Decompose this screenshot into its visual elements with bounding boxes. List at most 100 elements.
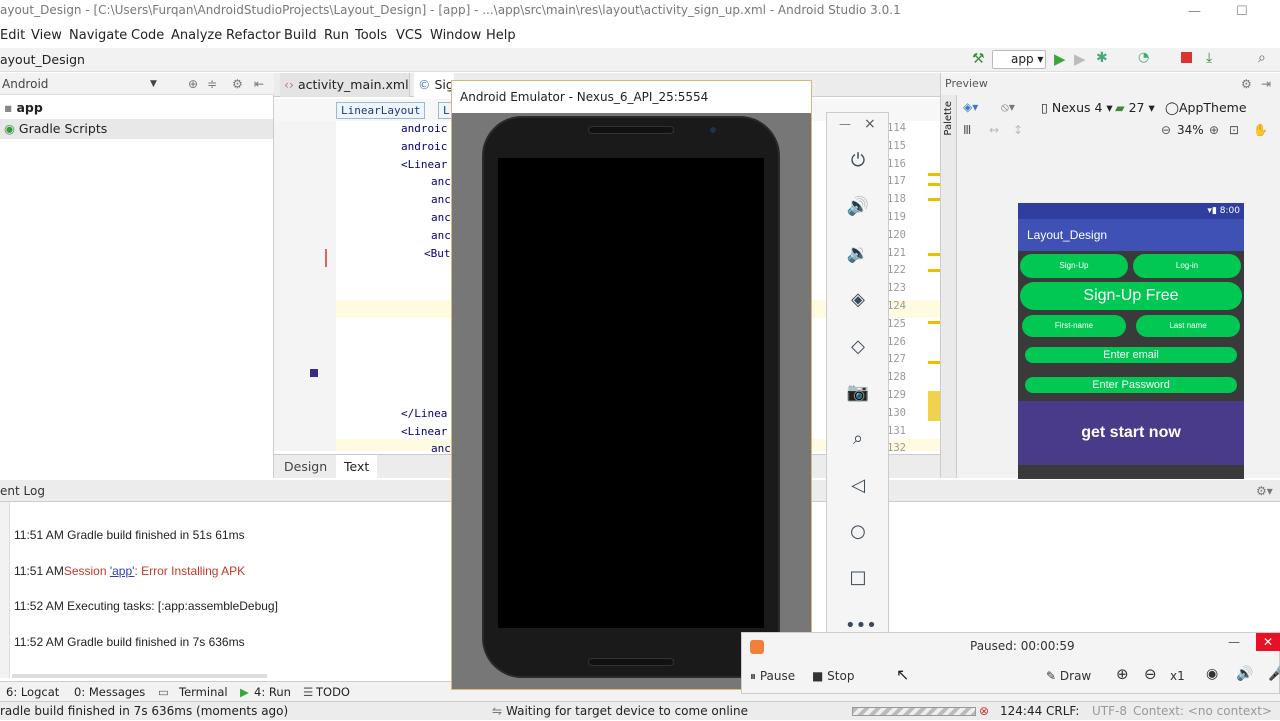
- gear-icon[interactable]: ⚙: [232, 73, 243, 95]
- code-line[interactable]: <But: [424, 247, 451, 260]
- api-select[interactable]: ▰ 27 ▾: [1115, 100, 1155, 115]
- theme-select[interactable]: ◯AppTheme: [1165, 100, 1247, 115]
- pause-button[interactable]: ⏸ Pause: [750, 669, 795, 684]
- menu-run[interactable]: Run: [324, 26, 349, 46]
- layers-icon[interactable]: ◈▾: [963, 100, 978, 114]
- run-config-select[interactable]: app ▾: [992, 50, 1046, 69]
- menu-view[interactable]: View: [31, 26, 62, 46]
- chevron-down-icon[interactable]: ▼: [150, 73, 157, 95]
- prev-login-button[interactable]: Log-in: [1133, 254, 1241, 278]
- tab-activity-main[interactable]: ‹› activity_main.xml ×: [280, 73, 410, 116]
- code-line[interactable]: anc: [431, 175, 451, 188]
- speaker-icon[interactable]: 🔊: [1236, 666, 1253, 682]
- close-icon[interactable]: ✕: [1256, 633, 1280, 651]
- device-screen[interactable]: [498, 158, 764, 628]
- volume-up-icon[interactable]: 🔊: [845, 194, 871, 220]
- hide-icon[interactable]: ⇥: [1261, 77, 1271, 91]
- menu-analyze[interactable]: Analyze: [171, 26, 222, 46]
- zoom-in-icon[interactable]: ⊕: [1116, 665, 1129, 683]
- sync-icon[interactable]: ⤓: [1206, 50, 1212, 66]
- run-icon[interactable]: ▶: [1054, 50, 1066, 68]
- menu-vcs[interactable]: VCS: [396, 26, 422, 46]
- menu-tools[interactable]: Tools: [355, 26, 387, 46]
- tree-item-gradle[interactable]: ◉ Gradle Scripts: [0, 119, 273, 139]
- stop-icon[interactable]: [1181, 52, 1192, 63]
- webcam-icon[interactable]: ◉: [1206, 666, 1218, 682]
- collapse-icon[interactable]: ≑: [207, 73, 217, 95]
- code-line[interactable]: androic: [401, 122, 447, 135]
- device-select[interactable]: ▯ Nexus 4 ▾: [1041, 100, 1113, 115]
- project-view-mode[interactable]: Android: [2, 73, 48, 95]
- minimize-icon[interactable]: —: [1188, 2, 1201, 20]
- gear-icon[interactable]: ⚙: [1241, 77, 1252, 91]
- code-line[interactable]: anc: [431, 211, 451, 224]
- tab-design[interactable]: Design: [284, 459, 327, 474]
- home-icon[interactable]: ○: [845, 519, 871, 545]
- hammer-icon[interactable]: ⚒: [972, 51, 985, 67]
- code-line[interactable]: <Linear: [401, 425, 447, 438]
- hide-icon[interactable]: ⇤: [254, 73, 264, 95]
- logcat-tab[interactable]: 6: Logcat: [6, 682, 59, 702]
- menu-window[interactable]: Window: [430, 26, 481, 46]
- prev-lastname-field[interactable]: Last name: [1136, 315, 1240, 337]
- status-message[interactable]: radle build finished in 7s 636ms (moment…: [0, 702, 288, 721]
- microphone-icon[interactable]: 🎤: [1268, 666, 1280, 682]
- minimize-icon[interactable]: —: [1228, 635, 1240, 649]
- menu-navigate[interactable]: Navigate: [69, 26, 127, 46]
- rotate-left-icon[interactable]: ◈: [845, 287, 871, 313]
- context-indicator[interactable]: Context: <no context>: [1133, 702, 1272, 721]
- fit-icon[interactable]: ⊡: [1229, 123, 1239, 137]
- zoom-in-icon[interactable]: ⊕: [1209, 123, 1219, 137]
- tab-sign-up[interactable]: © Sig: [414, 73, 454, 97]
- debug-icon[interactable]: ✱: [1096, 50, 1108, 66]
- menu-edit[interactable]: Edit: [0, 26, 25, 46]
- back-icon[interactable]: ◁: [845, 473, 871, 499]
- palette-strip[interactable]: Palette: [941, 95, 957, 478]
- profile-icon[interactable]: ◔: [1138, 50, 1149, 65]
- prev-email-field[interactable]: Enter email: [1025, 347, 1237, 363]
- messages-tab[interactable]: 0: Messages: [74, 682, 145, 702]
- draw-button[interactable]: ✎ Draw: [1046, 669, 1091, 683]
- line-separator[interactable]: CRLF:: [1046, 702, 1079, 721]
- rotate-right-icon[interactable]: ◇: [845, 334, 871, 360]
- emulator-title-bar[interactable]: Android Emulator - Nexus_6_API_25:5554: [452, 81, 811, 113]
- code-line[interactable]: anc: [431, 193, 451, 206]
- palette-label[interactable]: Palette: [943, 101, 954, 136]
- tab-text[interactable]: Text: [336, 455, 378, 479]
- caret-position[interactable]: 124:44: [1000, 702, 1042, 721]
- power-icon[interactable]: ⏻: [845, 148, 871, 174]
- terminal-tab[interactable]: Terminal: [179, 682, 228, 702]
- menu-help[interactable]: Help: [486, 26, 516, 46]
- gear-icon[interactable]: ⚙▾: [1256, 480, 1273, 502]
- debug-disabled-icon[interactable]: ▶: [1074, 50, 1086, 68]
- minimize-icon[interactable]: —: [839, 117, 851, 131]
- zoom-icon[interactable]: ⌕: [845, 426, 871, 452]
- columns-icon[interactable]: Ⅲ: [963, 123, 971, 137]
- menu-build[interactable]: Build: [284, 26, 317, 46]
- target-icon[interactable]: ⊕: [188, 73, 198, 95]
- nav-breadcrumb[interactable]: ayout_Design: [0, 52, 85, 67]
- prev-signup-button[interactable]: Sign-Up: [1020, 254, 1128, 278]
- menu-code[interactable]: Code: [131, 26, 164, 46]
- stop-button[interactable]: ■ Stop: [812, 669, 854, 683]
- prev-get-start-button[interactable]: get start now: [1018, 401, 1244, 465]
- cancel-progress-icon[interactable]: ⊗: [979, 702, 989, 721]
- volume-down-icon[interactable]: 🔉: [845, 241, 871, 267]
- pan-icon[interactable]: ✋: [1253, 123, 1268, 137]
- sdk-manager-icon[interactable]: ⌕: [1258, 50, 1266, 66]
- prev-signup-free-button[interactable]: Sign-Up Free: [1020, 282, 1242, 310]
- maximize-icon[interactable]: ☐: [1236, 2, 1248, 20]
- camera-icon[interactable]: 📷: [845, 380, 871, 406]
- prev-firstname-field[interactable]: First-name: [1022, 315, 1126, 337]
- zoom-level[interactable]: x1: [1170, 669, 1185, 683]
- tree-item-app[interactable]: ▪ app: [4, 98, 43, 118]
- code-line[interactable]: androic: [401, 140, 447, 153]
- code-line[interactable]: </Linea: [401, 407, 447, 420]
- zoom-out-icon[interactable]: ⊖: [1144, 665, 1157, 683]
- code-line[interactable]: anc: [431, 442, 451, 455]
- prev-password-field[interactable]: Enter Password: [1025, 377, 1237, 393]
- menu-refactor[interactable]: Refactor: [226, 26, 281, 46]
- orientation-icon[interactable]: ⦸▾: [1001, 100, 1015, 115]
- overview-icon[interactable]: □: [845, 565, 871, 591]
- todo-tab[interactable]: TODO: [316, 682, 350, 702]
